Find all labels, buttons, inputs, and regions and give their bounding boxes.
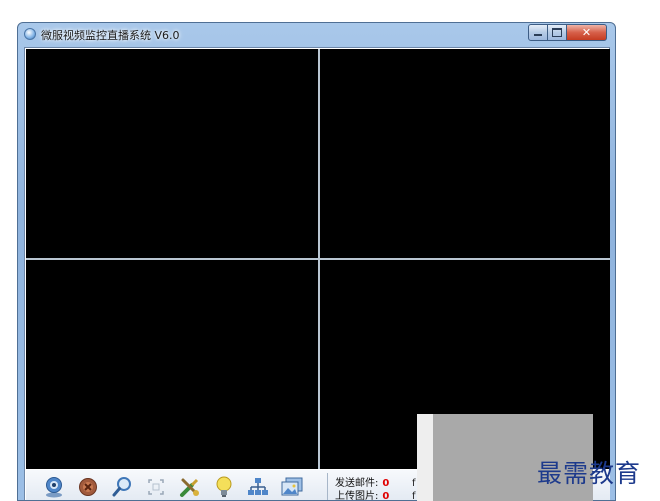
uploaded-image-row: 上传图片: 0 f: [335, 490, 416, 501]
app-logo-icon: [24, 28, 36, 40]
toolbar-separator: [327, 473, 328, 500]
search-icon: [112, 477, 131, 497]
photo-gallery-button[interactable]: [279, 474, 305, 500]
search-button[interactable]: [109, 474, 135, 500]
capture-frame-button[interactable]: [143, 474, 169, 500]
tools-settings-icon: [180, 478, 199, 497]
sent-email-row: 发送邮件: 0 f: [335, 477, 416, 490]
capture-frame-icon: [148, 479, 164, 495]
minimize-button[interactable]: [528, 24, 548, 41]
video-cell-1[interactable]: [26, 49, 318, 258]
uploaded-image-trailing-text: f: [412, 491, 416, 501]
network-icon: [248, 478, 268, 495]
window-title: 微服视频监控直播系统 V6.0: [41, 29, 180, 42]
video-grid: [26, 49, 610, 469]
lightbulb-button[interactable]: [211, 474, 237, 500]
stop-button[interactable]: [75, 474, 101, 500]
uploaded-image-count: 0: [382, 491, 390, 501]
network-button[interactable]: [245, 474, 271, 500]
minimize-icon: [534, 34, 542, 36]
webcam-icon: [46, 477, 62, 498]
sent-email-label: 发送邮件:: [335, 478, 379, 489]
video-cell-2[interactable]: [320, 49, 610, 258]
uploaded-image-label: 上传图片:: [335, 491, 379, 501]
maximize-icon: [552, 28, 562, 37]
sent-email-count: 0: [382, 478, 390, 489]
sent-email-trailing-text: f: [412, 478, 416, 489]
close-button[interactable]: ✕: [566, 24, 607, 41]
photo-gallery-icon: [281, 477, 303, 496]
tools-settings-button[interactable]: [177, 474, 203, 500]
stop-icon: [79, 478, 97, 496]
stats-panel: 发送邮件: 0 f 上传图片: 0 f: [335, 477, 416, 501]
webcam-button[interactable]: [41, 474, 67, 500]
close-icon: ✕: [581, 26, 592, 39]
maximize-button[interactable]: [547, 24, 567, 41]
lightbulb-icon: [216, 476, 232, 497]
title-bar[interactable]: 微服视频监控直播系统 V6.0 ✕: [18, 23, 615, 45]
watermark-overlay-edge: [417, 414, 433, 501]
video-cell-3[interactable]: [26, 260, 318, 469]
watermark-text: 最需教育: [537, 459, 642, 488]
